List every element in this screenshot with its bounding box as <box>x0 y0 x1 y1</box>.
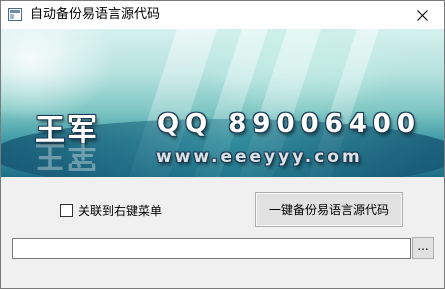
banner-image: 王军 王军 QQ 89006400 www.eeeyyy.com <box>1 29 444 177</box>
app-icon <box>8 8 22 21</box>
title-bar[interactable]: 自动备份易语言源代码 <box>1 1 444 29</box>
banner-website: www.eeeyyy.com <box>156 147 363 167</box>
backup-button[interactable]: 一键备份易语言源代码 <box>255 192 403 227</box>
banner-author-reflection: 王军 <box>35 138 99 173</box>
window-title: 自动备份易语言源代码 <box>30 7 161 22</box>
main-window: 自动备份易语言源代码 王军 王军 QQ 89006400 www.eeeyyy.… <box>0 0 445 289</box>
context-menu-label: 关联到右键菜单 <box>78 203 163 218</box>
close-icon <box>416 9 428 21</box>
checkbox-box[interactable] <box>60 203 73 217</box>
close-button[interactable] <box>400 1 444 29</box>
context-menu-checkbox[interactable]: 关联到右键菜单 <box>60 202 162 218</box>
banner-qq: QQ 89006400 <box>157 109 421 139</box>
path-input[interactable] <box>12 238 411 259</box>
browse-button[interactable]: ... <box>412 237 434 259</box>
